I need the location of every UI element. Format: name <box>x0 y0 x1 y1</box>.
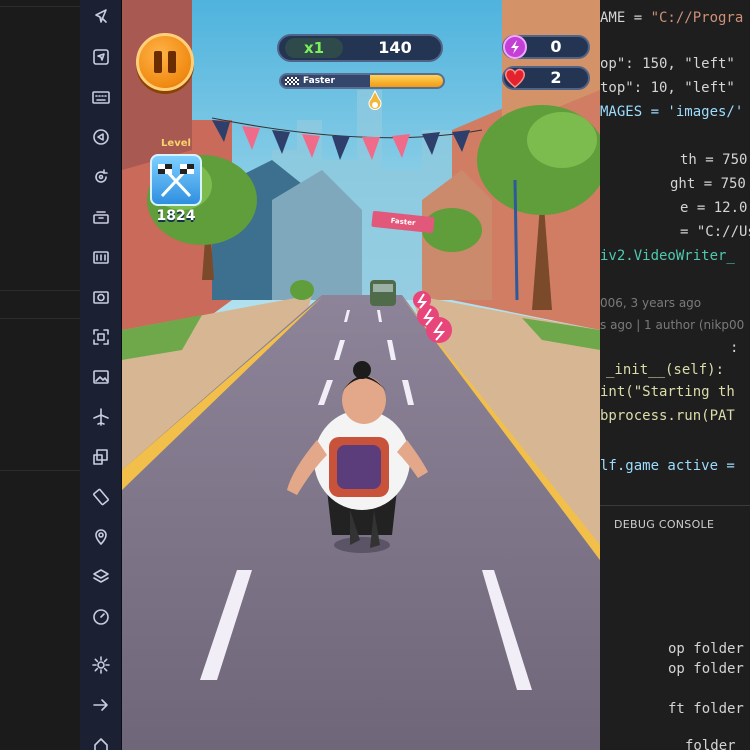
rotate-icon[interactable] <box>88 164 114 190</box>
code-line: bprocess.run(PAT <box>600 408 735 424</box>
level-box <box>150 154 202 206</box>
progress-pin-icon <box>368 89 382 110</box>
debug-console-tab[interactable]: DEBUG CONSOLE <box>614 518 714 531</box>
coins-counter: 0 <box>502 35 590 59</box>
camera-icon[interactable] <box>88 284 114 310</box>
boost-progress-bar: Faster <box>279 73 445 89</box>
apk-install-icon[interactable] <box>88 204 114 230</box>
keyboard-icon[interactable] <box>88 84 114 110</box>
multiplier-label: x1 <box>285 38 343 58</box>
cursor-arrow-icon[interactable] <box>88 4 114 30</box>
multi-window-icon[interactable] <box>88 444 114 470</box>
code-line: iv2.VideoWriter_ <box>600 248 735 264</box>
code-line: int("Starting th <box>600 384 735 400</box>
code-line: = "C://Users// <box>680 224 750 240</box>
home-icon[interactable] <box>88 732 114 750</box>
left-panel-strip <box>0 0 80 750</box>
gallery-icon[interactable] <box>88 364 114 390</box>
code-line: MAGES = 'images/' <box>600 104 744 120</box>
level-number: 1824 <box>156 208 196 224</box>
rotate-screen-icon[interactable] <box>88 484 114 510</box>
code-line: AME = "C://Progra <box>600 10 744 26</box>
navigation-icon[interactable] <box>88 44 114 70</box>
checkered-flag-icon <box>285 77 299 85</box>
code-line: lf.game active = <box>600 458 735 474</box>
lives-counter: 2 <box>502 66 590 90</box>
coins-value: 0 <box>550 37 562 56</box>
git-blame-annotation: 006, 3 years ago <box>600 296 702 310</box>
code-line: top": 10, "left" <box>600 80 735 96</box>
arrow-right-icon[interactable] <box>88 692 114 718</box>
apk-icon[interactable] <box>88 244 114 270</box>
crossed-flags-icon <box>158 164 194 198</box>
level-label: Level <box>161 138 191 149</box>
emulator-sidebar <box>80 0 122 750</box>
score-value: 140 <box>378 38 412 57</box>
car <box>370 280 396 306</box>
git-blame-annotation: s ago | 1 author (nikp00 <box>600 318 745 332</box>
code-editor: AME = "C://Progra op": 150, "left" top":… <box>600 0 750 750</box>
divider <box>0 470 80 471</box>
location-icon[interactable] <box>88 524 114 550</box>
divider <box>0 318 80 319</box>
heart-icon <box>504 68 526 88</box>
game-scene <box>122 0 600 750</box>
code-line: th = 750 <box>680 152 748 168</box>
boost-label: Faster <box>303 76 335 86</box>
airplane-icon[interactable] <box>88 404 114 430</box>
back-play-icon[interactable] <box>88 124 114 150</box>
boost-label-group: Faster <box>285 75 335 87</box>
terminal-line: op folder <box>668 661 744 677</box>
pause-icon <box>154 51 162 73</box>
divider <box>0 290 80 291</box>
code-line: op": 150, "left" <box>600 56 735 72</box>
lives-value: 2 <box>550 68 562 87</box>
speedometer-icon[interactable] <box>88 604 114 630</box>
boost-progress-fill <box>370 75 443 87</box>
divider <box>0 6 80 7</box>
terminal-line: ft folder <box>668 701 744 717</box>
code-line: _init__(self): <box>606 362 725 378</box>
pause-icon <box>168 51 176 73</box>
settings-icon[interactable] <box>88 652 114 678</box>
screenshot-icon[interactable] <box>88 324 114 350</box>
level-card[interactable]: Level 1824 <box>150 138 202 228</box>
bottom-panel: DEBUG CONSOLE op folder op folder ft fol… <box>600 505 750 750</box>
code-line: ght = 750 <box>670 176 746 192</box>
terminal-line: op folder <box>668 641 744 657</box>
lightning-coin-icon <box>503 35 527 59</box>
code-line: : <box>730 340 739 356</box>
street-lamp <box>513 179 519 301</box>
code-line: e = 12.0 <box>680 200 748 216</box>
pause-button[interactable] <box>136 33 194 91</box>
layers-icon[interactable] <box>88 564 114 590</box>
score-panel: x1 140 <box>277 34 443 62</box>
terminal-line: folder <box>685 738 736 750</box>
game-viewport[interactable]: x1 140 Faster 0 2 Level 1824 Faster <box>122 0 600 750</box>
